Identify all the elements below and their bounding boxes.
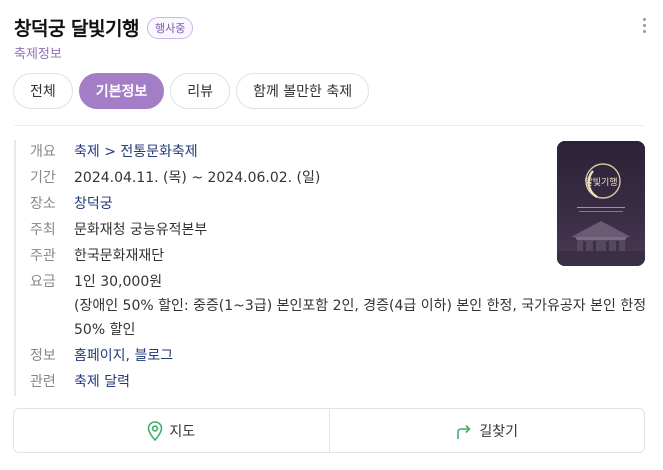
info-row-period: 기간 2024.04.11. (목) ~ 2024.06.02. (일) [30,166,554,190]
info-list: 개요 축제 > 전통문화축제 기간 2024.04.11. (목) ~ 2024… [14,140,646,396]
homepage-link[interactable]: 홈페이지 [74,344,126,368]
fee-block: 1인 30,000원 (장애인 50% 할인: 중증(1~3급) 본인포함 2인… [74,270,654,342]
info-row-links: 정보 홈페이지, 블로그 [30,344,554,368]
info-label: 장소 [30,196,56,212]
info-label: 기간 [30,170,56,186]
poster-title: 달빛기행 [584,176,617,188]
festival-calendar-link[interactable]: 축제 달력 [74,370,130,394]
more-options-icon[interactable] [643,18,647,33]
map-button-label: 지도 [169,423,196,440]
place-link[interactable]: 창덕궁 [74,192,113,216]
festival-poster-image[interactable]: 달빛기행 [557,141,645,266]
info-row-host: 주최 문화재청 궁능유적본부 [30,218,554,242]
header: 창덕궁 달빛기행 행사중 [14,14,194,41]
tab-basic-info[interactable]: 기본정보 [78,73,165,109]
period-value: 2024.04.11. (목) ~ 2024.06.02. (일) [74,170,321,186]
map-button[interactable]: 지도 [14,409,329,452]
info-row-organizer: 주관 한국문화재재단 [30,244,554,268]
info-row-overview: 개요 축제 > 전통문화축제 [30,140,554,164]
fee-note: (장애인 50% 할인: 중증(1~3급) 본인포함 2인, 경증(4급 이하)… [74,298,647,338]
info-row-place: 장소 창덕궁 [30,192,554,216]
directions-button-label: 길찾기 [479,423,519,440]
info-label: 요금 [30,274,56,290]
tab-reviews[interactable]: 리뷰 [170,73,231,109]
poster-art: 달빛기행 [557,141,645,266]
map-pin-icon [148,420,163,441]
info-label: 주관 [30,248,56,264]
directions-arrow-icon [457,424,472,439]
category-link[interactable]: 축제 > 전통문화축제 [74,140,198,164]
info-label: 개요 [30,144,56,160]
info-label: 관련 [30,374,56,390]
status-badge: 행사중 [146,16,194,39]
link-separator: , [125,348,135,364]
directions-button[interactable]: 길찾기 [328,409,645,452]
divider [14,125,645,126]
host-value: 문화재청 궁능유적본부 [74,222,208,238]
blog-link[interactable]: 블로그 [134,344,173,368]
info-label: 정보 [30,348,56,364]
tab-all[interactable]: 전체 [13,73,73,109]
info-row-fee: 요금 1인 30,000원 (장애인 50% 할인: 중증(1~3급) 본인포함… [30,270,646,342]
action-bar: 지도 길찾기 [13,408,645,453]
tab-bar: 전체 기본정보 리뷰 함께 볼만한 축제 [13,73,370,109]
category-label: 축제정보 [14,47,62,62]
organizer-value: 한국문화재재단 [74,248,165,264]
info-row-related: 관련 축제 달력 [30,370,554,394]
fee-value: 1인 30,000원 [74,274,163,290]
tab-related-festivals[interactable]: 함께 볼만한 축제 [236,73,370,109]
info-label: 주최 [30,222,56,238]
page-title: 창덕궁 달빛기행 [14,18,139,40]
